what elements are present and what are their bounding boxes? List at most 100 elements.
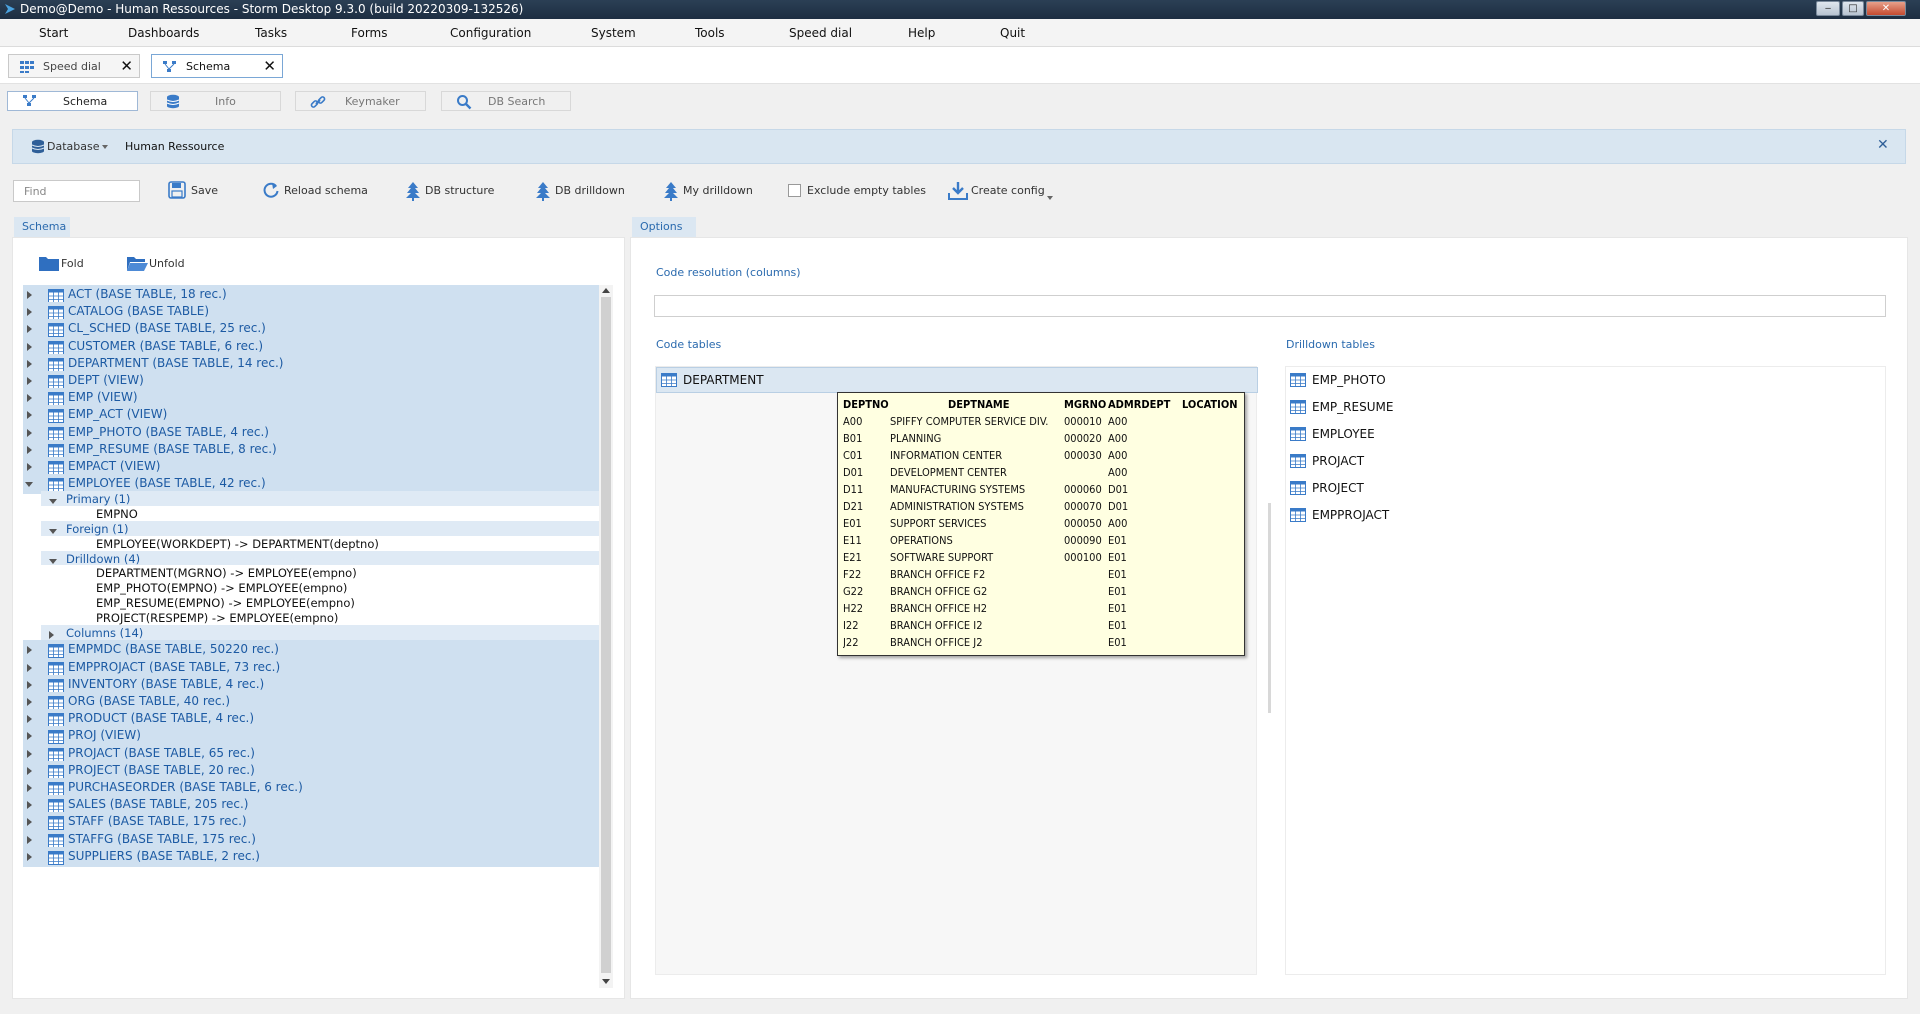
expand-right-icon[interactable] [27,663,32,672]
expand-right-icon[interactable] [27,749,32,758]
drilldown-tables-label: Drilldown tables [1286,338,1375,351]
menu-tasks[interactable]: Tasks [255,26,287,40]
table-cell: D01 [1108,483,1129,496]
menu-help[interactable]: Help [908,26,935,40]
unfold-button[interactable]: Unfold [126,254,196,274]
tab-db-search[interactable]: DB Search [441,91,571,111]
expand-right-icon[interactable] [27,463,32,471]
open-folder-icon [127,257,148,271]
column-header: MGRNO [1064,398,1107,411]
list-item[interactable]: PROJACT [1290,450,1870,472]
code-resolution-input[interactable] [654,295,1886,317]
expand-right-icon[interactable] [27,342,32,351]
doc-tab-speed-dial[interactable]: Speed dial ✕ [8,54,140,78]
database-dropdown[interactable]: Database [47,140,100,153]
menu-speed-dial[interactable]: Speed dial [789,26,852,40]
expand-right-icon[interactable] [27,698,32,706]
menu-start[interactable]: Start [39,26,68,40]
list-item[interactable]: EMP_PHOTO [1290,369,1870,391]
menu-tools[interactable]: Tools [695,26,725,40]
expand-right-icon[interactable] [27,411,32,420]
expand-down-icon[interactable] [25,482,33,488]
exclude-empty-tables-checkbox[interactable]: Exclude empty tables [788,181,926,201]
expand-right-icon[interactable] [27,732,32,741]
scrollbar-thumb[interactable] [601,297,611,973]
expand-down-icon[interactable] [49,529,57,534]
table-cell: 000070 [1064,500,1102,513]
tree-scrollbar[interactable] [599,285,613,988]
create-config-button[interactable]: Create config [948,181,1054,201]
reload-schema-button[interactable]: Reload schema [262,181,368,201]
menu-forms[interactable]: Forms [351,26,387,40]
table-cell: MANUFACTURING SYSTEMS [890,483,1026,496]
menu-system[interactable]: System [591,26,636,40]
list-item-label: PROJACT [1312,454,1365,468]
expand-right-icon[interactable] [27,680,32,689]
tab-options[interactable]: Options [632,217,696,237]
menu-configuration[interactable]: Configuration [450,26,531,40]
list-item[interactable]: EMPPROJACT [1290,504,1870,526]
list-item-department[interactable]: DEPARTMENT [656,367,1258,393]
expand-right-icon[interactable] [27,646,32,655]
fold-button[interactable]: Fold [38,254,98,274]
table-cell: BRANCH OFFICE J2 [890,636,983,649]
list-item[interactable]: PROJECT [1290,477,1870,499]
menu-dashboards[interactable]: Dashboards [128,26,199,40]
expand-right-icon[interactable] [27,766,32,775]
expand-right-icon[interactable] [27,801,32,810]
expand-right-icon[interactable] [27,784,32,792]
close-tab-icon[interactable]: ✕ [263,57,276,75]
expand-down-icon[interactable] [49,499,57,505]
tab-schema[interactable]: Schema [7,91,138,111]
table-cell: E01 [1108,636,1127,649]
table-name: PROJECT (BASE TABLE, 20 rec.) [68,762,255,777]
leaf-label: EMP_RESUME(EMPNO) -> EMPLOYEE(empno) [96,596,355,610]
expand-right-icon[interactable] [27,325,32,334]
chevron-down-icon[interactable] [1047,196,1053,200]
list-item-label: EMPPROJACT [1312,508,1390,522]
table-row[interactable]: SUPPLIERS (BASE TABLE, 2 rec.) [23,846,601,867]
maximize-button[interactable]: □ [1842,1,1864,16]
expand-right-icon[interactable] [27,359,32,368]
tab-keymaker[interactable]: Keymaker [295,91,426,111]
tab-label: Schema [63,95,108,108]
table-cell: INFORMATION CENTER [890,449,1003,462]
table-name: PROJ (VIEW) [68,728,141,743]
list-item[interactable]: EMPLOYEE [1290,423,1870,445]
expand-right-icon[interactable] [27,428,32,437]
expand-right-icon[interactable] [27,377,32,385]
menu-quit[interactable]: Quit [1000,26,1025,40]
save-button[interactable]: Save [168,181,218,201]
expand-right-icon[interactable] [27,394,32,403]
minimize-button[interactable]: ‒ [1816,1,1840,16]
expand-down-icon[interactable] [49,558,57,564]
db-drilldown-button[interactable]: DB drilldown [535,181,625,201]
expand-right-icon[interactable] [27,308,32,317]
checkbox[interactable] [788,184,801,197]
table-name: PROJACT (BASE TABLE, 65 rec.) [68,745,255,760]
doc-tab-schema[interactable]: Schema ✕ [151,54,283,78]
expand-right-icon[interactable] [27,445,32,454]
close-icon[interactable]: ✕ [1877,137,1889,153]
db-structure-button[interactable]: DB structure [405,181,494,201]
expand-right-icon[interactable] [27,852,32,861]
table-name: SALES (BASE TABLE, 205 rec.) [68,797,249,812]
grid-icon [20,61,34,73]
splitter[interactable] [1268,503,1271,713]
scroll-up-icon[interactable] [602,288,610,293]
expand-right-icon[interactable] [27,715,32,724]
find-input[interactable] [13,180,140,202]
expand-right-icon[interactable] [27,818,32,827]
expand-right-icon[interactable] [49,630,54,639]
close-tab-icon[interactable]: ✕ [120,57,133,75]
expand-right-icon[interactable] [27,835,32,844]
my-drilldown-button[interactable]: My drilldown [663,181,753,201]
code-resolution-label: Code resolution (columns) [656,266,801,279]
expand-right-icon[interactable] [27,291,32,299]
scroll-down-icon[interactable] [602,979,610,984]
tab-label: DB Search [488,95,546,108]
tab-info[interactable]: Info [150,91,281,111]
tab-schema-panel[interactable]: Schema [14,217,70,237]
close-window-button[interactable]: ✕ [1866,1,1906,16]
list-item[interactable]: EMP_RESUME [1290,396,1870,418]
